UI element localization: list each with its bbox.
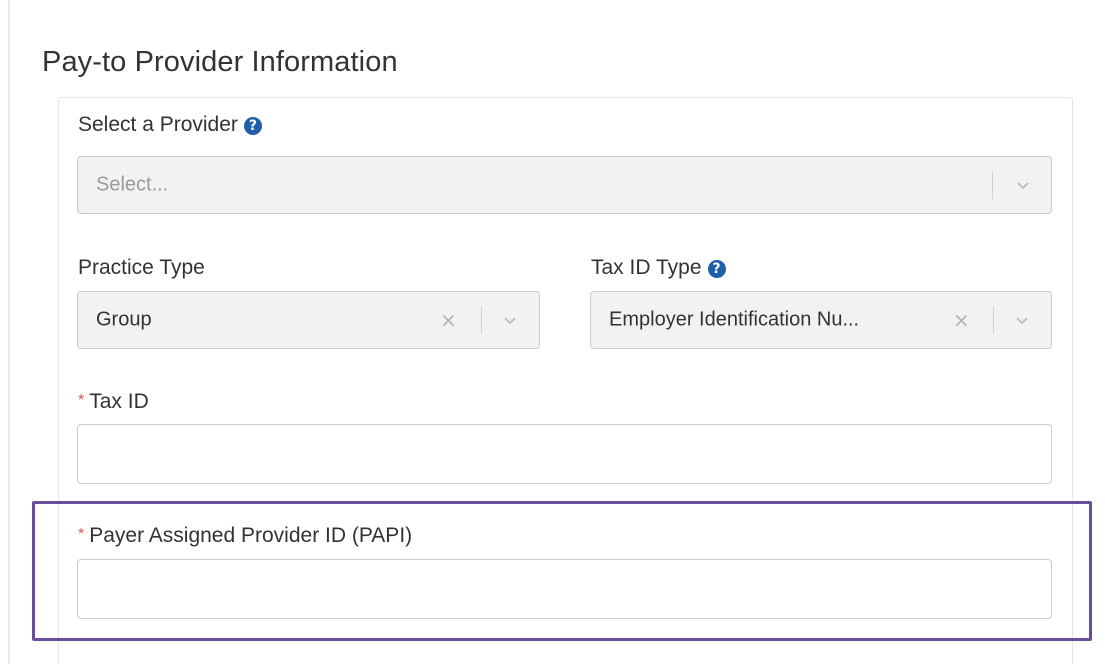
question-circle-icon[interactable]: ?	[707, 260, 726, 278]
papi-input[interactable]	[77, 559, 1052, 619]
select-separator	[481, 306, 482, 334]
tax-id-label: * Tax ID	[78, 390, 149, 414]
clear-x-icon[interactable]: ×	[440, 308, 457, 332]
practice-type-value: Group	[96, 308, 152, 331]
select-provider-label-text: Select a Provider	[78, 113, 238, 136]
clear-x-icon[interactable]: ×	[953, 308, 970, 332]
left-border	[8, 0, 10, 664]
question-circle-icon[interactable]: ?	[243, 117, 262, 135]
select-separator	[993, 306, 994, 334]
chevron-down-icon[interactable]	[1016, 178, 1030, 192]
required-marker: *	[78, 392, 85, 409]
practice-type-select[interactable]: Group ×	[77, 291, 540, 349]
tax-id-type-value: Employer Identification Nu...	[609, 308, 860, 331]
tax-id-input[interactable]	[77, 424, 1052, 484]
required-marker: *	[78, 526, 85, 543]
tax-id-type-label: Tax ID Type?	[591, 256, 726, 280]
section-title: Pay-to Provider Information	[42, 46, 398, 78]
tax-id-type-label-text: Tax ID Type	[591, 256, 702, 279]
provider-select[interactable]: Select...	[77, 156, 1052, 214]
select-provider-label: Select a Provider?	[78, 113, 262, 137]
form-page: Pay-to Provider Information Select a Pro…	[0, 0, 1105, 664]
practice-type-label: Practice Type	[78, 256, 205, 279]
provider-select-placeholder: Select...	[96, 173, 169, 196]
chevron-down-icon[interactable]	[503, 313, 517, 327]
select-separator	[992, 171, 993, 199]
papi-label-text: Payer Assigned Provider ID (PAPI)	[89, 524, 413, 547]
tax-id-label-text: Tax ID	[89, 390, 149, 413]
papi-label: * Payer Assigned Provider ID (PAPI)	[78, 524, 412, 548]
chevron-down-icon[interactable]	[1015, 313, 1029, 327]
tax-id-type-select[interactable]: Employer Identification Nu... ×	[590, 291, 1052, 349]
